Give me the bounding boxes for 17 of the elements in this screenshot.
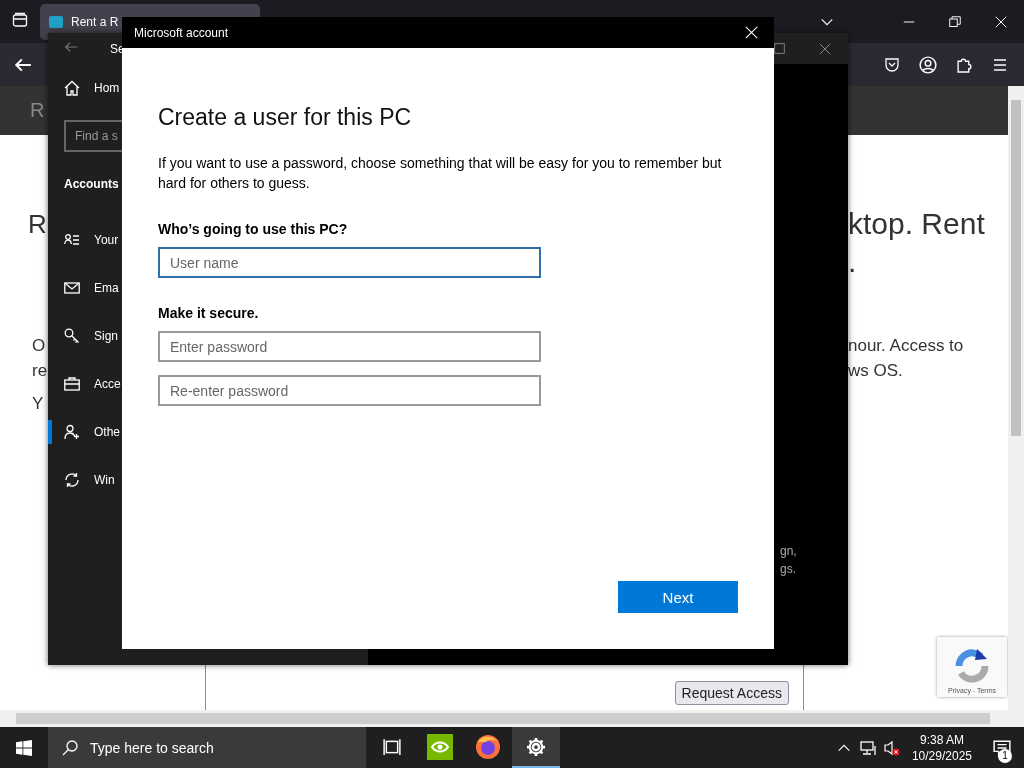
paragraph-text: ws OS. <box>848 360 904 382</box>
section-heading: Accounts <box>64 177 119 191</box>
page-heading: R <box>28 208 48 241</box>
page-heading: ktop. Rent <box>848 206 986 242</box>
description-text: gn, <box>780 543 797 560</box>
paragraph-text: O <box>32 335 47 357</box>
paragraph-text: nour. Access to <box>848 335 965 357</box>
field-label: Who’s going to use this PC? <box>158 221 349 237</box>
field-label: Make it secure. <box>158 305 260 321</box>
instruction-text: If you want to use a password, choose something that will be easy for you to remember but hard for others to guess. <box>158 154 723 193</box>
tab-title: Rent a R <box>71 14 119 29</box>
dialog-heading: Create a user for this PC <box>158 104 413 131</box>
paragraph-text: re <box>32 360 48 382</box>
dialog-title: Microsoft account <box>134 25 229 40</box>
paragraph-text: Y <box>32 394 44 413</box>
description-text: gs. <box>780 561 797 578</box>
page-heading: . <box>848 244 858 280</box>
